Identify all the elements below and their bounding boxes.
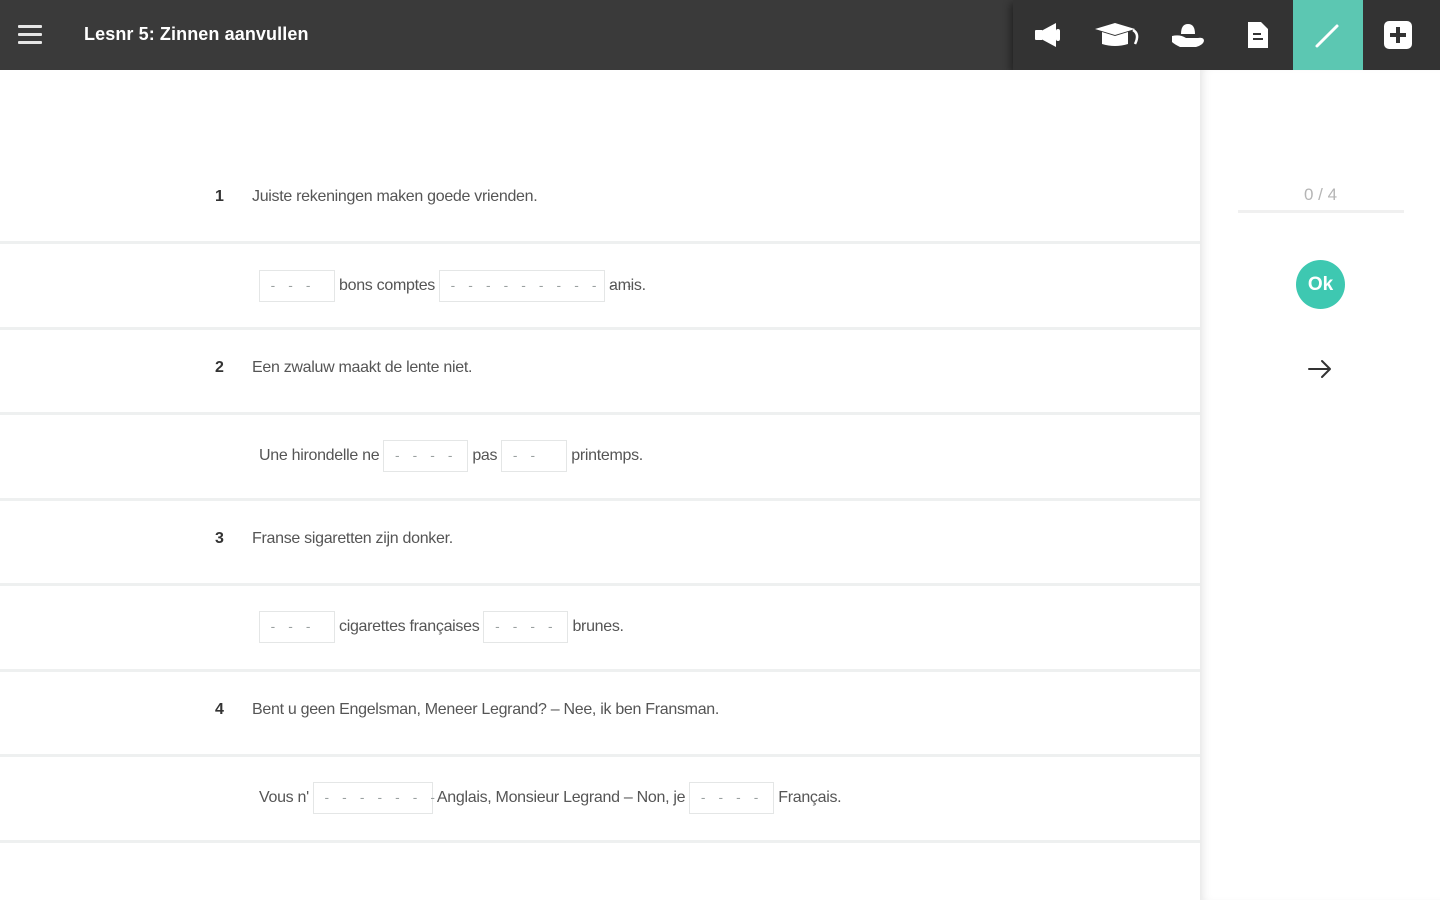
question-text: Franse sigaretten zijn donker. [252, 530, 453, 547]
question-row: 4 Bent u geen Engelsman, Meneer Legrand?… [0, 672, 1200, 757]
question-row: 3 Franse sigaretten zijn donker. [0, 501, 1200, 586]
answer-text: Vous n' [259, 789, 309, 806]
answer-text: Français. [778, 789, 842, 806]
answer-blank[interactable]: - - [501, 440, 568, 472]
answer-blank[interactable]: - - - [259, 611, 335, 643]
answer-blank[interactable]: - - - - [689, 782, 775, 814]
answer-line: Une hirondelle ne - - - - pas - - printe… [259, 440, 647, 472]
speaker-icon[interactable] [1013, 0, 1083, 70]
top-bar: Lesnr 5: Zinnen aanvullen [0, 0, 1440, 70]
answer-text: Une hirondelle ne [259, 447, 380, 464]
question-row: 1 Juiste rekeningen maken goede vrienden… [0, 70, 1200, 244]
ok-button[interactable]: Ok [1296, 260, 1345, 309]
score-counter: 0 / 4 [1303, 185, 1338, 204]
title-bar: Lesnr 5: Zinnen aanvullen [0, 0, 1013, 70]
answer-blank[interactable]: - - - - - - - [312, 782, 437, 814]
answer-line: - - - cigarettes françaises - - - - brun… [259, 611, 628, 643]
arrow-right-icon[interactable] [1304, 355, 1336, 383]
answer-text: printemps. [571, 447, 643, 464]
answer-text: amis. [609, 277, 646, 294]
answer-blank[interactable]: - - - - [483, 611, 569, 643]
hand-icon[interactable] [1153, 0, 1223, 70]
page-title: Lesnr 5: Zinnen aanvullen [84, 24, 309, 44]
question-text: Juiste rekeningen maken goede vrienden. [252, 188, 538, 205]
answer-text: pas [472, 447, 498, 464]
question-number: 2 [215, 359, 224, 376]
answer-blank[interactable]: - - - [259, 270, 335, 302]
question-text: Een zwaluw maakt de lente niet. [252, 359, 473, 376]
answer-text: brunes. [572, 618, 624, 635]
question-number: 3 [215, 530, 224, 547]
question-text: Bent u geen Engelsman, Meneer Legrand? –… [252, 701, 720, 718]
answer-row: Vous n' - - - - - - - Anglais, Monsieur … [0, 757, 1200, 843]
question-row: 2 Een zwaluw maakt de lente niet. [0, 330, 1200, 415]
answer-line: Vous n' - - - - - - - Anglais, Monsieur … [259, 782, 845, 814]
answer-text: Anglais, Monsieur Legrand – Non, je [436, 789, 686, 806]
answer-text: bons comptes [339, 277, 436, 294]
question-number: 4 [215, 701, 224, 718]
question-number: 1 [215, 188, 224, 205]
pen-icon[interactable] [1293, 0, 1363, 70]
answer-row: - - - bons comptes - - - - - - - - - - -… [0, 244, 1200, 330]
answer-line: - - - bons comptes - - - - - - - - - - -… [259, 270, 650, 302]
answer-row: Une hirondelle ne - - - - pas - - printe… [0, 415, 1200, 501]
exercise-content: 1 Juiste rekeningen maken goede vrienden… [0, 70, 1200, 900]
document-icon[interactable] [1223, 0, 1293, 70]
score-divider [1238, 210, 1404, 213]
plus-square-icon[interactable] [1363, 0, 1433, 70]
menu-icon[interactable] [18, 24, 44, 46]
answer-blank[interactable]: - - - - [383, 440, 469, 472]
answer-blank[interactable]: - - - - - - - - - - - [439, 270, 633, 302]
toolbar [1013, 0, 1440, 70]
answer-row: - - - cigarettes françaises - - - - brun… [0, 586, 1200, 672]
graduation-cap-icon[interactable] [1083, 0, 1153, 70]
answer-text: cigarettes françaises [339, 618, 480, 635]
